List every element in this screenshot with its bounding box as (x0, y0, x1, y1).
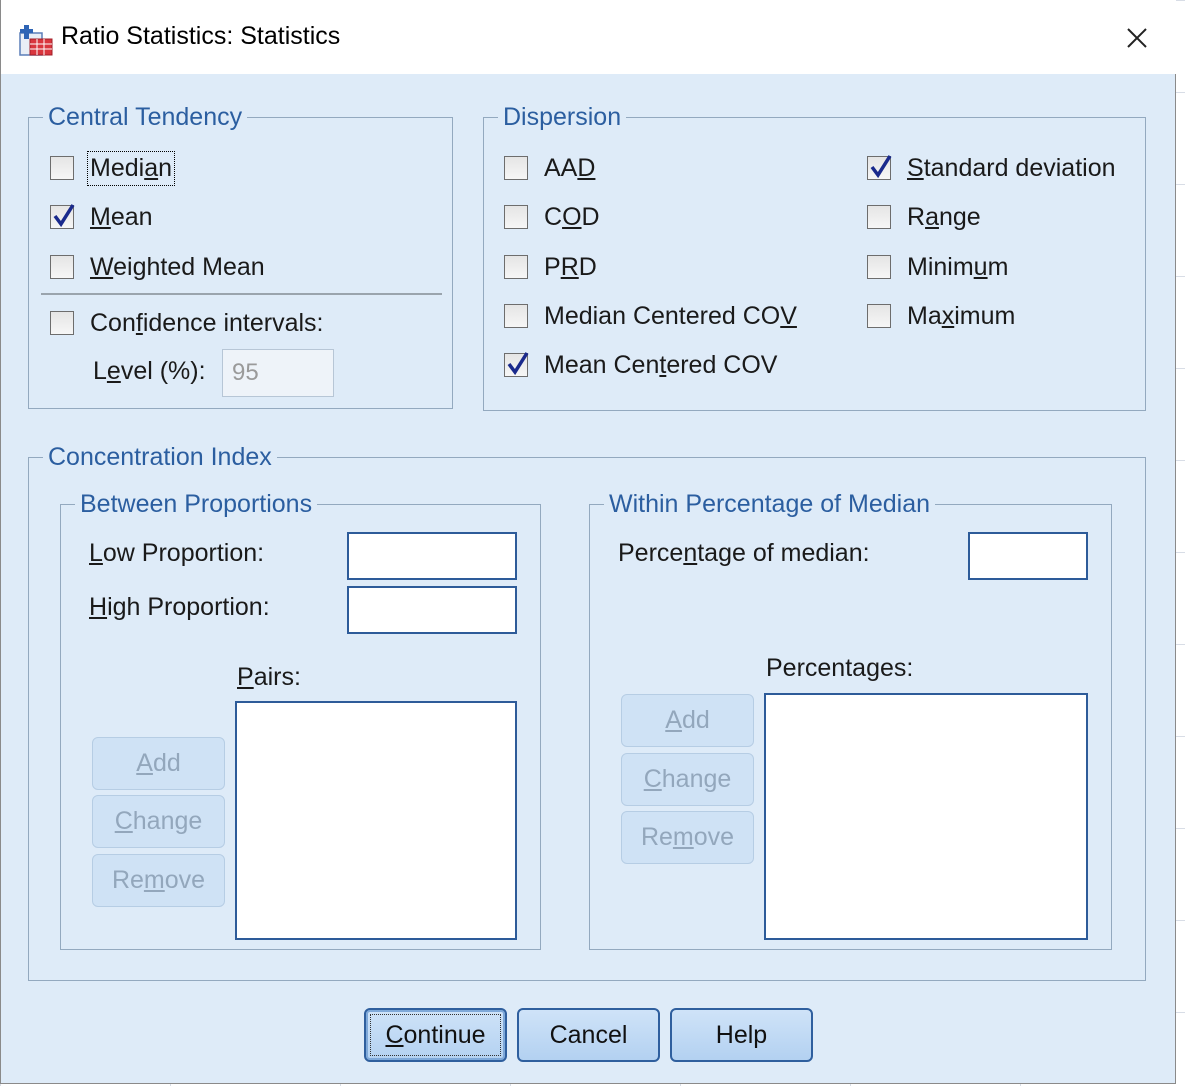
central-tendency-legend: Central Tendency (48, 103, 243, 131)
median-label: Median (87, 150, 175, 186)
percentages-change-button[interactable]: Change (621, 753, 754, 806)
maximum-label: Maximum (907, 301, 1016, 330)
mean-centered-cov-checkbox[interactable]: Mean Centered COV (504, 348, 777, 382)
median-centered-cov-checkbox-box[interactable] (504, 304, 528, 328)
standard-deviation-checkbox-box[interactable] (867, 155, 892, 180)
percentage-of-median-input[interactable] (968, 532, 1088, 580)
percentages-list[interactable] (764, 693, 1088, 940)
pairs-change-button[interactable]: Change (92, 795, 225, 848)
help-button[interactable]: Help (670, 1008, 813, 1062)
between-proportions-legend: Between Proportions (80, 490, 313, 518)
mean-label: Mean (90, 202, 153, 231)
ratio-statistics-dialog: Ratio Statistics: Statistics Central Ten… (0, 0, 1176, 1084)
close-icon (1127, 28, 1147, 48)
mean-centered-cov-label: Mean Centered COV (544, 350, 778, 379)
cod-label: COD (544, 202, 600, 231)
check-mark-icon (507, 352, 529, 376)
median-checkbox[interactable]: Median (50, 150, 175, 186)
spss-app-icon (18, 23, 54, 57)
level-input[interactable]: 95 (222, 349, 334, 397)
cancel-button[interactable]: Cancel (517, 1008, 660, 1062)
pairs-remove-button[interactable]: Remove (92, 854, 225, 907)
median-checkbox-box[interactable] (50, 156, 74, 180)
weighted-mean-checkbox-box[interactable] (50, 255, 74, 279)
minimum-label: Minimum (907, 252, 1009, 281)
range-checkbox[interactable]: Range (867, 200, 981, 234)
mean-centered-cov-checkbox-box[interactable] (504, 352, 529, 377)
prd-checkbox-box[interactable] (504, 255, 528, 279)
minimum-checkbox-box[interactable] (867, 255, 891, 279)
pairs-list[interactable] (235, 701, 517, 940)
confidence-intervals-label: Confidence intervals: (90, 308, 324, 337)
cod-checkbox[interactable]: COD (504, 200, 600, 234)
level-label: Level (%): (93, 357, 206, 385)
low-proportion-label: Low Proportion: (89, 539, 265, 567)
weighted-mean-checkbox[interactable]: Weighted Mean (50, 250, 265, 284)
pairs-label: Pairs: (237, 663, 301, 691)
high-proportion-label: High Proportion: (89, 593, 270, 621)
central-tendency-separator (41, 293, 442, 295)
aad-label: AAD (544, 153, 596, 182)
range-checkbox-box[interactable] (867, 205, 891, 229)
range-label: Range (907, 202, 981, 231)
concentration-index-legend: Concentration Index (48, 443, 272, 471)
median-centered-cov-checkbox[interactable]: Median Centered COV (504, 299, 797, 333)
pairs-add-button[interactable]: Add (92, 737, 225, 790)
median-centered-cov-label: Median Centered COV (544, 301, 797, 330)
standard-deviation-checkbox[interactable]: Standard deviation (867, 151, 1116, 185)
check-mark-icon (53, 204, 75, 228)
aad-checkbox-box[interactable] (504, 156, 528, 180)
cod-checkbox-box[interactable] (504, 205, 528, 229)
minimum-checkbox[interactable]: Minimum (867, 250, 1008, 284)
confidence-intervals-checkbox[interactable]: Confidence intervals: (50, 306, 323, 340)
prd-checkbox[interactable]: PRD (504, 250, 597, 284)
aad-checkbox[interactable]: AAD (504, 151, 595, 185)
confidence-intervals-checkbox-box[interactable] (50, 311, 74, 335)
mean-checkbox[interactable]: Mean (50, 200, 153, 234)
percentages-add-button[interactable]: Add (621, 694, 754, 747)
continue-button[interactable]: Continue (364, 1008, 507, 1062)
percentages-remove-button[interactable]: Remove (621, 811, 754, 864)
weighted-mean-label: Weighted Mean (90, 252, 265, 281)
dispersion-legend: Dispersion (503, 103, 622, 131)
percentage-of-median-label: Percentage of median: (618, 539, 870, 567)
percentages-label: Percentages: (766, 654, 914, 682)
maximum-checkbox-box[interactable] (867, 304, 891, 328)
title-bar[interactable]: Ratio Statistics: Statistics (1, 0, 1176, 74)
check-mark-icon (870, 155, 892, 179)
mean-checkbox-box[interactable] (50, 204, 75, 229)
window-title: Ratio Statistics: Statistics (61, 22, 341, 50)
prd-label: PRD (544, 252, 597, 281)
low-proportion-input[interactable] (347, 532, 517, 580)
high-proportion-input[interactable] (347, 586, 517, 634)
standard-deviation-label: Standard deviation (907, 153, 1116, 182)
maximum-checkbox[interactable]: Maximum (867, 299, 1015, 333)
within-percentage-legend: Within Percentage of Median (609, 490, 931, 518)
close-button[interactable] (1109, 14, 1165, 62)
